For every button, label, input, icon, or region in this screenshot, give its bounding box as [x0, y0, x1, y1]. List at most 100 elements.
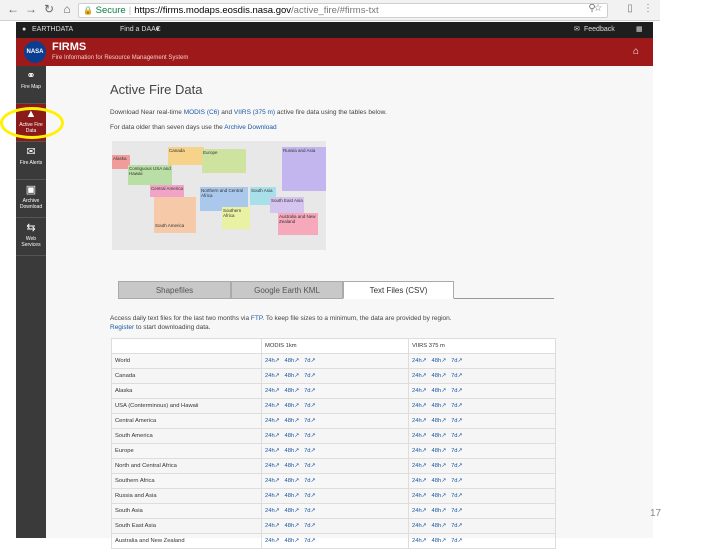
viirs-download-link[interactable]: 7d↗	[451, 358, 462, 364]
modis-download-link[interactable]: 24h↗	[265, 523, 280, 529]
viirs-download-link[interactable]: 48h↗	[432, 508, 447, 514]
viirs-download-link[interactable]: 48h↗	[432, 373, 447, 379]
menu-icon[interactable]: ⋮	[642, 3, 654, 14]
map-region-europe[interactable]: Europe	[202, 149, 246, 173]
viirs-link[interactable]: VIIRS (375 m)	[234, 109, 275, 116]
modis-download-link[interactable]: 7d↗	[304, 433, 315, 439]
register-link[interactable]: Register	[110, 324, 134, 331]
sidebar-item-archive-download[interactable]: ▣ Archive Download	[16, 180, 46, 218]
viirs-download-link[interactable]: 48h↗	[432, 448, 447, 454]
viirs-download-link[interactable]: 7d↗	[451, 523, 462, 529]
viirs-download-link[interactable]: 7d↗	[451, 448, 462, 454]
viirs-download-link[interactable]: 24h↗	[412, 538, 427, 544]
viirs-download-link[interactable]: 7d↗	[451, 493, 462, 499]
modis-download-link[interactable]: 24h↗	[265, 448, 280, 454]
modis-download-link[interactable]: 24h↗	[265, 418, 280, 424]
viirs-download-link[interactable]: 7d↗	[451, 433, 462, 439]
viirs-download-link[interactable]: 48h↗	[432, 388, 447, 394]
modis-download-link[interactable]: 48h↗	[285, 478, 300, 484]
viirs-download-link[interactable]: 48h↗	[432, 418, 447, 424]
map-region-russia-asia[interactable]: Russia and Asia	[282, 147, 326, 191]
modis-download-link[interactable]: 7d↗	[304, 418, 315, 424]
viirs-download-link[interactable]: 7d↗	[451, 373, 462, 379]
home-icon[interactable]: ⌂	[633, 46, 639, 57]
map-region-usa-hawaii[interactable]: Contiguous USA and Hawaii	[128, 165, 172, 185]
viirs-download-link[interactable]: 48h↗	[432, 403, 447, 409]
modis-download-link[interactable]: 7d↗	[304, 388, 315, 394]
modis-download-link[interactable]: 7d↗	[304, 493, 315, 499]
modis-download-link[interactable]: 48h↗	[285, 523, 300, 529]
modis-download-link[interactable]: 24h↗	[265, 358, 280, 364]
viirs-download-link[interactable]: 7d↗	[451, 478, 462, 484]
viirs-download-link[interactable]: 7d↗	[451, 508, 462, 514]
viirs-download-link[interactable]: 7d↗	[451, 418, 462, 424]
map-region-southern-africa[interactable]: Southern Africa	[222, 207, 250, 229]
sidebar-item-web-services[interactable]: ⇆ Web Services	[16, 218, 46, 256]
find-daac-menu[interactable]: Find a DAAC	[120, 22, 161, 38]
viirs-download-link[interactable]: 24h↗	[412, 418, 427, 424]
viirs-download-link[interactable]: 24h↗	[412, 388, 427, 394]
modis-download-link[interactable]: 24h↗	[265, 538, 280, 544]
map-region-south-america[interactable]: South America	[154, 197, 196, 233]
back-arrow-icon[interactable]: ←	[6, 2, 20, 17]
tab-shapefiles[interactable]: Shapefiles	[118, 281, 231, 299]
address-bar[interactable]: 🔒 Secure | https://firms.modaps.eosdis.nas…	[78, 3, 608, 18]
map-region-canada[interactable]: Canada	[168, 147, 204, 165]
modis-download-link[interactable]: 48h↗	[285, 448, 300, 454]
modis-download-link[interactable]: 7d↗	[304, 463, 315, 469]
viirs-download-link[interactable]: 24h↗	[412, 478, 427, 484]
nasa-logo[interactable]: NASA	[24, 41, 46, 63]
feedback-link[interactable]: Feedback	[584, 22, 615, 38]
viirs-download-link[interactable]: 24h↗	[412, 448, 427, 454]
modis-download-link[interactable]: 48h↗	[285, 433, 300, 439]
viirs-download-link[interactable]: 48h↗	[432, 493, 447, 499]
modis-download-link[interactable]: 7d↗	[304, 373, 315, 379]
modis-download-link[interactable]: 24h↗	[265, 403, 280, 409]
viirs-download-link[interactable]: 24h↗	[412, 523, 427, 529]
modis-link[interactable]: MODIS (C6)	[184, 109, 220, 116]
viirs-download-link[interactable]: 7d↗	[451, 388, 462, 394]
modis-download-link[interactable]: 48h↗	[285, 388, 300, 394]
map-region-central-america[interactable]: Central America	[150, 185, 184, 197]
sidebar-item-fire-map[interactable]: ⚭ Fire Map	[16, 66, 46, 104]
home-browser-icon[interactable]: ⌂	[60, 2, 74, 17]
viirs-download-link[interactable]: 48h↗	[432, 478, 447, 484]
apps-icon[interactable]: ▦	[636, 22, 643, 38]
modis-download-link[interactable]: 7d↗	[304, 538, 315, 544]
region-map[interactable]: Alaska Canada Contiguous USA and Hawaii …	[112, 141, 326, 250]
modis-download-link[interactable]: 7d↗	[304, 448, 315, 454]
tab-text-files-csv[interactable]: Text Files (CSV)	[343, 281, 454, 299]
modis-download-link[interactable]: 48h↗	[285, 358, 300, 364]
modis-download-link[interactable]: 48h↗	[285, 373, 300, 379]
modis-download-link[interactable]: 24h↗	[265, 493, 280, 499]
map-region-south-east-asia[interactable]: South East Asia	[270, 197, 304, 213]
modis-download-link[interactable]: 48h↗	[285, 463, 300, 469]
earthdata-brand[interactable]: EARTHDATA	[32, 22, 73, 38]
modis-download-link[interactable]: 48h↗	[285, 493, 300, 499]
sidebar-item-fire-alerts[interactable]: ✉ Fire Alerts	[16, 142, 46, 180]
modis-download-link[interactable]: 7d↗	[304, 508, 315, 514]
modis-download-link[interactable]: 48h↗	[285, 403, 300, 409]
firms-title[interactable]: FIRMS	[52, 41, 86, 53]
forward-arrow-icon[interactable]: →	[24, 2, 38, 17]
viirs-download-link[interactable]: 48h↗	[432, 538, 447, 544]
reload-icon[interactable]: ↻	[42, 2, 56, 17]
modis-download-link[interactable]: 7d↗	[304, 358, 315, 364]
tab-google-earth-kml[interactable]: Google Earth KML	[231, 281, 343, 299]
viirs-download-link[interactable]: 7d↗	[451, 538, 462, 544]
modis-download-link[interactable]: 7d↗	[304, 478, 315, 484]
modis-download-link[interactable]: 48h↗	[285, 418, 300, 424]
modis-download-link[interactable]: 24h↗	[265, 373, 280, 379]
modis-download-link[interactable]: 48h↗	[285, 538, 300, 544]
viirs-download-link[interactable]: 24h↗	[412, 508, 427, 514]
viirs-download-link[interactable]: 7d↗	[451, 463, 462, 469]
star-icon[interactable]: ☆	[592, 3, 604, 14]
modis-download-link[interactable]: 24h↗	[265, 508, 280, 514]
viirs-download-link[interactable]: 24h↗	[412, 463, 427, 469]
modis-download-link[interactable]: 24h↗	[265, 463, 280, 469]
viirs-download-link[interactable]: 48h↗	[432, 463, 447, 469]
viirs-download-link[interactable]: 24h↗	[412, 358, 427, 364]
viirs-download-link[interactable]: 48h↗	[432, 433, 447, 439]
viirs-download-link[interactable]: 48h↗	[432, 523, 447, 529]
viirs-download-link[interactable]: 48h↗	[432, 358, 447, 364]
